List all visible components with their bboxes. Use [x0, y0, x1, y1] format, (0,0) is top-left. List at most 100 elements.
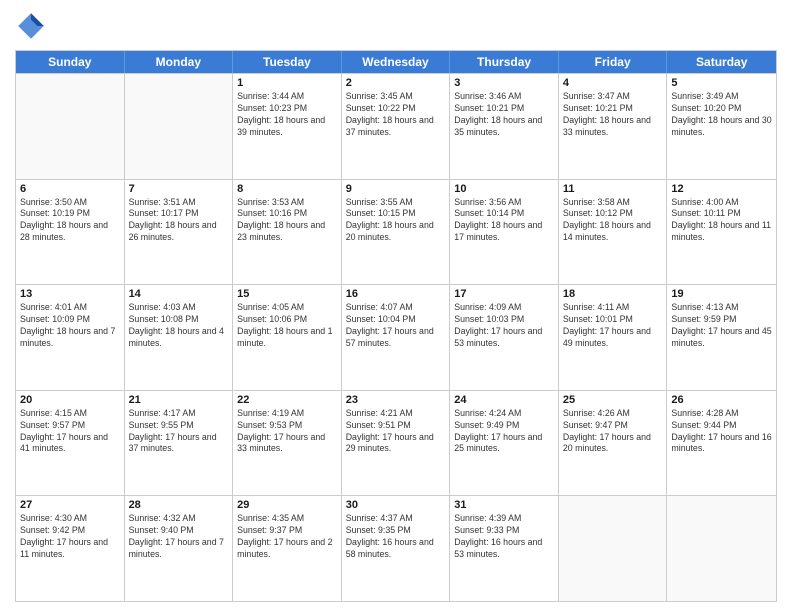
day-info: Sunrise: 3:44 AM Sunset: 10:23 PM Daylig… [237, 91, 337, 139]
day-cell-16: 16 Sunrise: 4:07 AM Sunset: 10:04 PM Dayl… [342, 285, 451, 390]
day-cell-14: 14 Sunrise: 4:03 AM Sunset: 10:08 PM Dayl… [125, 285, 234, 390]
day-cell-1: 1 Sunrise: 3:44 AM Sunset: 10:23 PM Dayli… [233, 74, 342, 179]
day-info: Sunrise: 4:11 AM Sunset: 10:01 PM Daylig… [563, 302, 663, 350]
day-number: 27 [20, 499, 120, 511]
day-number: 5 [671, 77, 772, 89]
day-header-saturday: Saturday [667, 51, 776, 73]
day-number: 3 [454, 77, 554, 89]
day-info: Sunrise: 3:53 AM Sunset: 10:16 PM Daylig… [237, 197, 337, 245]
calendar-row: 6 Sunrise: 3:50 AM Sunset: 10:19 PM Dayli… [16, 179, 776, 285]
day-number: 2 [346, 77, 446, 89]
day-number: 7 [129, 183, 229, 195]
day-cell-23: 23 Sunrise: 4:21 AM Sunset: 9:51 PM Dayli… [342, 391, 451, 496]
empty-cell [16, 74, 125, 179]
day-number: 12 [671, 183, 772, 195]
day-cell-21: 21 Sunrise: 4:17 AM Sunset: 9:55 PM Dayli… [125, 391, 234, 496]
day-number: 28 [129, 499, 229, 511]
day-number: 24 [454, 394, 554, 406]
day-info: Sunrise: 3:47 AM Sunset: 10:21 PM Daylig… [563, 91, 663, 139]
day-header-thursday: Thursday [450, 51, 559, 73]
day-info: Sunrise: 4:37 AM Sunset: 9:35 PM Dayligh… [346, 513, 446, 561]
day-cell-7: 7 Sunrise: 3:51 AM Sunset: 10:17 PM Dayli… [125, 180, 234, 285]
day-number: 19 [671, 288, 772, 300]
day-info: Sunrise: 4:28 AM Sunset: 9:44 PM Dayligh… [671, 408, 772, 456]
day-cell-19: 19 Sunrise: 4:13 AM Sunset: 9:59 PM Dayli… [667, 285, 776, 390]
day-info: Sunrise: 3:49 AM Sunset: 10:20 PM Daylig… [671, 91, 772, 139]
day-cell-2: 2Sunrise: 3:45 AM Sunset: 10:22 PM Dayli… [342, 74, 451, 179]
empty-cell [667, 496, 776, 601]
day-info: Sunrise: 4:07 AM Sunset: 10:04 PM Daylig… [346, 302, 446, 350]
day-cell-24: 24 Sunrise: 4:24 AM Sunset: 9:49 PM Dayli… [450, 391, 559, 496]
day-info: Sunrise: 3:46 AM Sunset: 10:21 PM Daylig… [454, 91, 554, 139]
day-number: 13 [20, 288, 120, 300]
day-info: Sunrise: 4:21 AM Sunset: 9:51 PM Dayligh… [346, 408, 446, 456]
day-number: 31 [454, 499, 554, 511]
day-number: 18 [563, 288, 663, 300]
day-cell-13: 13 Sunrise: 4:01 AM Sunset: 10:09 PM Dayl… [16, 285, 125, 390]
day-info: Sunrise: 4:32 AM Sunset: 9:40 PM Dayligh… [129, 513, 229, 561]
day-info: Sunrise: 4:30 AM Sunset: 9:42 PM Dayligh… [20, 513, 120, 561]
calendar-row: 13 Sunrise: 4:01 AM Sunset: 10:09 PM Dayl… [16, 284, 776, 390]
day-header-wednesday: Wednesday [342, 51, 451, 73]
day-cell-11: 11 Sunrise: 3:58 AM Sunset: 10:12 PM Dayl… [559, 180, 668, 285]
day-cell-27: 27 Sunrise: 4:30 AM Sunset: 9:42 PM Dayli… [16, 496, 125, 601]
day-number: 16 [346, 288, 446, 300]
day-number: 1 [237, 77, 337, 89]
day-number: 6 [20, 183, 120, 195]
calendar-row: 27 Sunrise: 4:30 AM Sunset: 9:42 PM Dayli… [16, 495, 776, 601]
day-info: Sunrise: 4:00 AM Sunset: 10:11 PM Daylig… [671, 197, 772, 245]
day-number: 30 [346, 499, 446, 511]
day-cell-15: 15 Sunrise: 4:05 AM Sunset: 10:06 PM Dayl… [233, 285, 342, 390]
day-info: Sunrise: 4:35 AM Sunset: 9:37 PM Dayligh… [237, 513, 337, 561]
day-info: Sunrise: 4:05 AM Sunset: 10:06 PM Daylig… [237, 302, 337, 350]
day-cell-3: 3 Sunrise: 3:46 AM Sunset: 10:21 PM Dayli… [450, 74, 559, 179]
day-number: 8 [237, 183, 337, 195]
day-cell-26: 26Sunrise: 4:28 AM Sunset: 9:44 PM Dayli… [667, 391, 776, 496]
day-number: 14 [129, 288, 229, 300]
day-cell-30: 30 Sunrise: 4:37 AM Sunset: 9:35 PM Dayli… [342, 496, 451, 601]
day-cell-20: 20 Sunrise: 4:15 AM Sunset: 9:57 PM Dayli… [16, 391, 125, 496]
day-info: Sunrise: 4:13 AM Sunset: 9:59 PM Dayligh… [671, 302, 772, 350]
day-cell-12: 12 Sunrise: 4:00 AM Sunset: 10:11 PM Dayl… [667, 180, 776, 285]
day-number: 11 [563, 183, 663, 195]
day-info: Sunrise: 4:24 AM Sunset: 9:49 PM Dayligh… [454, 408, 554, 456]
day-cell-9: 9 Sunrise: 3:55 AM Sunset: 10:15 PM Dayli… [342, 180, 451, 285]
day-header-tuesday: Tuesday [233, 51, 342, 73]
day-cell-28: 28 Sunrise: 4:32 AM Sunset: 9:40 PM Dayli… [125, 496, 234, 601]
day-cell-5: 5 Sunrise: 3:49 AM Sunset: 10:20 PM Dayli… [667, 74, 776, 179]
calendar: SundayMondayTuesdayWednesdayThursdayFrid… [15, 50, 777, 602]
logo-icon [15, 10, 47, 42]
header [15, 10, 777, 42]
day-number: 15 [237, 288, 337, 300]
day-info: Sunrise: 4:17 AM Sunset: 9:55 PM Dayligh… [129, 408, 229, 456]
day-info: Sunrise: 4:09 AM Sunset: 10:03 PM Daylig… [454, 302, 554, 350]
day-cell-25: 25Sunrise: 4:26 AM Sunset: 9:47 PM Dayli… [559, 391, 668, 496]
day-number: 23 [346, 394, 446, 406]
day-info: Sunrise: 4:15 AM Sunset: 9:57 PM Dayligh… [20, 408, 120, 456]
day-info: Sunrise: 4:03 AM Sunset: 10:08 PM Daylig… [129, 302, 229, 350]
day-cell-22: 22Sunrise: 4:19 AM Sunset: 9:53 PM Dayli… [233, 391, 342, 496]
day-cell-31: 31Sunrise: 4:39 AM Sunset: 9:33 PM Dayli… [450, 496, 559, 601]
calendar-body: 1 Sunrise: 3:44 AM Sunset: 10:23 PM Dayli… [16, 73, 776, 601]
day-info: Sunrise: 3:58 AM Sunset: 10:12 PM Daylig… [563, 197, 663, 245]
day-number: 9 [346, 183, 446, 195]
day-number: 29 [237, 499, 337, 511]
day-cell-8: 8 Sunrise: 3:53 AM Sunset: 10:16 PM Dayli… [233, 180, 342, 285]
calendar-row: 20 Sunrise: 4:15 AM Sunset: 9:57 PM Dayli… [16, 390, 776, 496]
day-info: Sunrise: 3:55 AM Sunset: 10:15 PM Daylig… [346, 197, 446, 245]
day-number: 4 [563, 77, 663, 89]
day-cell-17: 17 Sunrise: 4:09 AM Sunset: 10:03 PM Dayl… [450, 285, 559, 390]
day-info: Sunrise: 4:01 AM Sunset: 10:09 PM Daylig… [20, 302, 120, 350]
day-info: Sunrise: 3:50 AM Sunset: 10:19 PM Daylig… [20, 197, 120, 245]
empty-cell [125, 74, 234, 179]
day-number: 20 [20, 394, 120, 406]
day-header-monday: Monday [125, 51, 234, 73]
day-info: Sunrise: 3:51 AM Sunset: 10:17 PM Daylig… [129, 197, 229, 245]
day-number: 17 [454, 288, 554, 300]
day-number: 21 [129, 394, 229, 406]
day-number: 10 [454, 183, 554, 195]
empty-cell [559, 496, 668, 601]
calendar-row: 1 Sunrise: 3:44 AM Sunset: 10:23 PM Dayli… [16, 73, 776, 179]
page: SundayMondayTuesdayWednesdayThursdayFrid… [0, 0, 792, 612]
logo [15, 10, 51, 42]
